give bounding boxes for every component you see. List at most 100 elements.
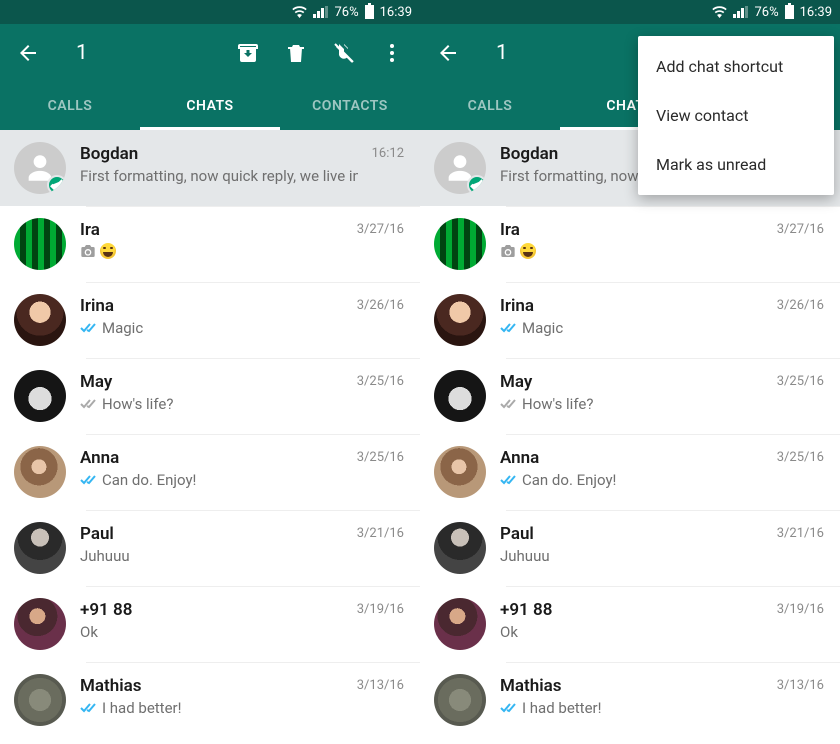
chat-name: Mathias: [500, 676, 763, 696]
chat-message: Magic: [80, 319, 343, 337]
avatar[interactable]: [14, 674, 66, 726]
chat-message: Can do. Enjoy!: [80, 471, 343, 489]
read-ticks-icon: [80, 322, 98, 334]
avatar[interactable]: [434, 218, 486, 270]
overflow-menu: Add chat shortcut View contact Mark as u…: [638, 36, 834, 195]
chat-row[interactable]: May How's life? 3/25/16: [420, 358, 840, 434]
chat-content: Ira: [80, 218, 343, 259]
overflow-icon[interactable]: [380, 41, 404, 65]
chat-message-text: Ok: [80, 623, 98, 641]
avatar[interactable]: [14, 446, 66, 498]
chat-content: Irina Magic: [80, 294, 343, 337]
chat-row[interactable]: Mathias I had better! 3/13/16: [0, 662, 420, 738]
avatar[interactable]: [14, 370, 66, 422]
chat-row[interactable]: Mathias I had better! 3/13/16: [420, 662, 840, 738]
read-ticks-icon: [500, 398, 518, 410]
mute-icon[interactable]: [332, 41, 356, 65]
tab-contacts[interactable]: CONTACTS: [280, 82, 420, 130]
signal-icon: [733, 6, 748, 18]
chat-message-text: How's life?: [522, 395, 593, 413]
avatar[interactable]: [434, 674, 486, 726]
tab-chats[interactable]: CHATS: [140, 82, 280, 130]
avatar[interactable]: [434, 598, 486, 650]
chat-time: 3/25/16: [777, 370, 824, 389]
avatar[interactable]: [434, 370, 486, 422]
archive-icon[interactable]: [236, 41, 260, 65]
chat-row[interactable]: +91 88 Ok 3/19/16: [420, 586, 840, 662]
chat-content: +91 88 Ok: [500, 598, 763, 641]
chat-content: May How's life?: [80, 370, 343, 413]
chat-row[interactable]: May How's life? 3/25/16: [0, 358, 420, 434]
chat-row[interactable]: Irina Magic 3/26/16: [0, 282, 420, 358]
avatar[interactable]: [434, 294, 486, 346]
chat-time: 3/13/16: [777, 674, 824, 693]
chat-row[interactable]: Ira 3/27/16: [420, 206, 840, 282]
tab-calls[interactable]: CALLS: [420, 82, 560, 130]
selection-toolbar: 1: [0, 24, 420, 82]
avatar[interactable]: [14, 598, 66, 650]
chat-row[interactable]: Paul Juhuuu 3/21/16: [420, 510, 840, 586]
chat-time: 3/25/16: [357, 446, 404, 465]
chat-name: May: [80, 372, 343, 392]
chat-message: First formatting, now quick reply, we li…: [80, 167, 358, 185]
chat-list[interactable]: Bogdan First formatting, now quick reply…: [420, 130, 840, 744]
chat-row[interactable]: Bogdan First formatting, now quick reply…: [0, 130, 420, 206]
delete-icon[interactable]: [284, 41, 308, 65]
chat-message: [500, 243, 763, 259]
chat-row[interactable]: Anna Can do. Enjoy! 3/25/16: [0, 434, 420, 510]
emoji-icon: [520, 243, 536, 259]
chat-row[interactable]: Irina Magic 3/26/16: [420, 282, 840, 358]
chat-time: 3/19/16: [777, 598, 824, 617]
read-ticks-icon: [80, 702, 98, 714]
chat-name: Irina: [500, 296, 763, 316]
chat-time: 3/27/16: [357, 218, 404, 237]
avatar[interactable]: [14, 522, 66, 574]
status-bar: 76% 16:39: [420, 0, 840, 24]
back-arrow-icon[interactable]: [436, 41, 460, 65]
chat-message: I had better!: [500, 699, 763, 717]
menu-mark-unread[interactable]: Mark as unread: [638, 140, 834, 189]
chat-row[interactable]: +91 88 Ok 3/19/16: [0, 586, 420, 662]
read-ticks-icon: [80, 474, 98, 486]
chat-message: Can do. Enjoy!: [500, 471, 763, 489]
chat-time: 3/25/16: [357, 370, 404, 389]
back-arrow-icon[interactable]: [16, 41, 40, 65]
read-ticks-icon: [80, 398, 98, 410]
avatar[interactable]: [14, 218, 66, 270]
tab-calls[interactable]: CALLS: [0, 82, 140, 130]
chat-content: Irina Magic: [500, 294, 763, 337]
chat-content: +91 88 Ok: [80, 598, 343, 641]
wifi-icon: [712, 6, 727, 18]
read-ticks-icon: [500, 702, 518, 714]
chat-row[interactable]: Ira 3/27/16: [0, 206, 420, 282]
menu-add-shortcut[interactable]: Add chat shortcut: [638, 42, 834, 91]
chat-message-text: First formatting, now quick reply, we li…: [80, 167, 358, 185]
status-bar: 76% 16:39: [0, 0, 420, 24]
chat-row[interactable]: Anna Can do. Enjoy! 3/25/16: [420, 434, 840, 510]
screen-left: 76% 16:39 1 CALLS CHATS CONTACTS Bogdan: [0, 0, 420, 744]
avatar[interactable]: [434, 142, 486, 194]
chat-message: Magic: [500, 319, 763, 337]
chat-message-text: Juhuuu: [80, 547, 130, 565]
avatar[interactable]: [434, 446, 486, 498]
chat-name: Paul: [80, 524, 343, 544]
wifi-icon: [292, 6, 307, 18]
chat-content: May How's life?: [500, 370, 763, 413]
chat-message: Juhuuu: [80, 547, 343, 565]
menu-view-contact[interactable]: View contact: [638, 91, 834, 140]
chat-message-text: I had better!: [522, 699, 602, 717]
battery-pct: 76%: [754, 5, 778, 20]
chat-name: +91 88: [500, 600, 763, 620]
avatar[interactable]: [14, 142, 66, 194]
chat-time: 3/13/16: [357, 674, 404, 693]
chat-time: 3/26/16: [357, 294, 404, 313]
chat-message-text: Magic: [102, 319, 143, 337]
chat-row[interactable]: Paul Juhuuu 3/21/16: [0, 510, 420, 586]
avatar[interactable]: [14, 294, 66, 346]
avatar[interactable]: [434, 522, 486, 574]
chat-message: I had better!: [80, 699, 343, 717]
read-ticks-icon: [500, 474, 518, 486]
chat-list[interactable]: Bogdan First formatting, now quick reply…: [0, 130, 420, 744]
chat-content: Anna Can do. Enjoy!: [500, 446, 763, 489]
chat-name: May: [500, 372, 763, 392]
